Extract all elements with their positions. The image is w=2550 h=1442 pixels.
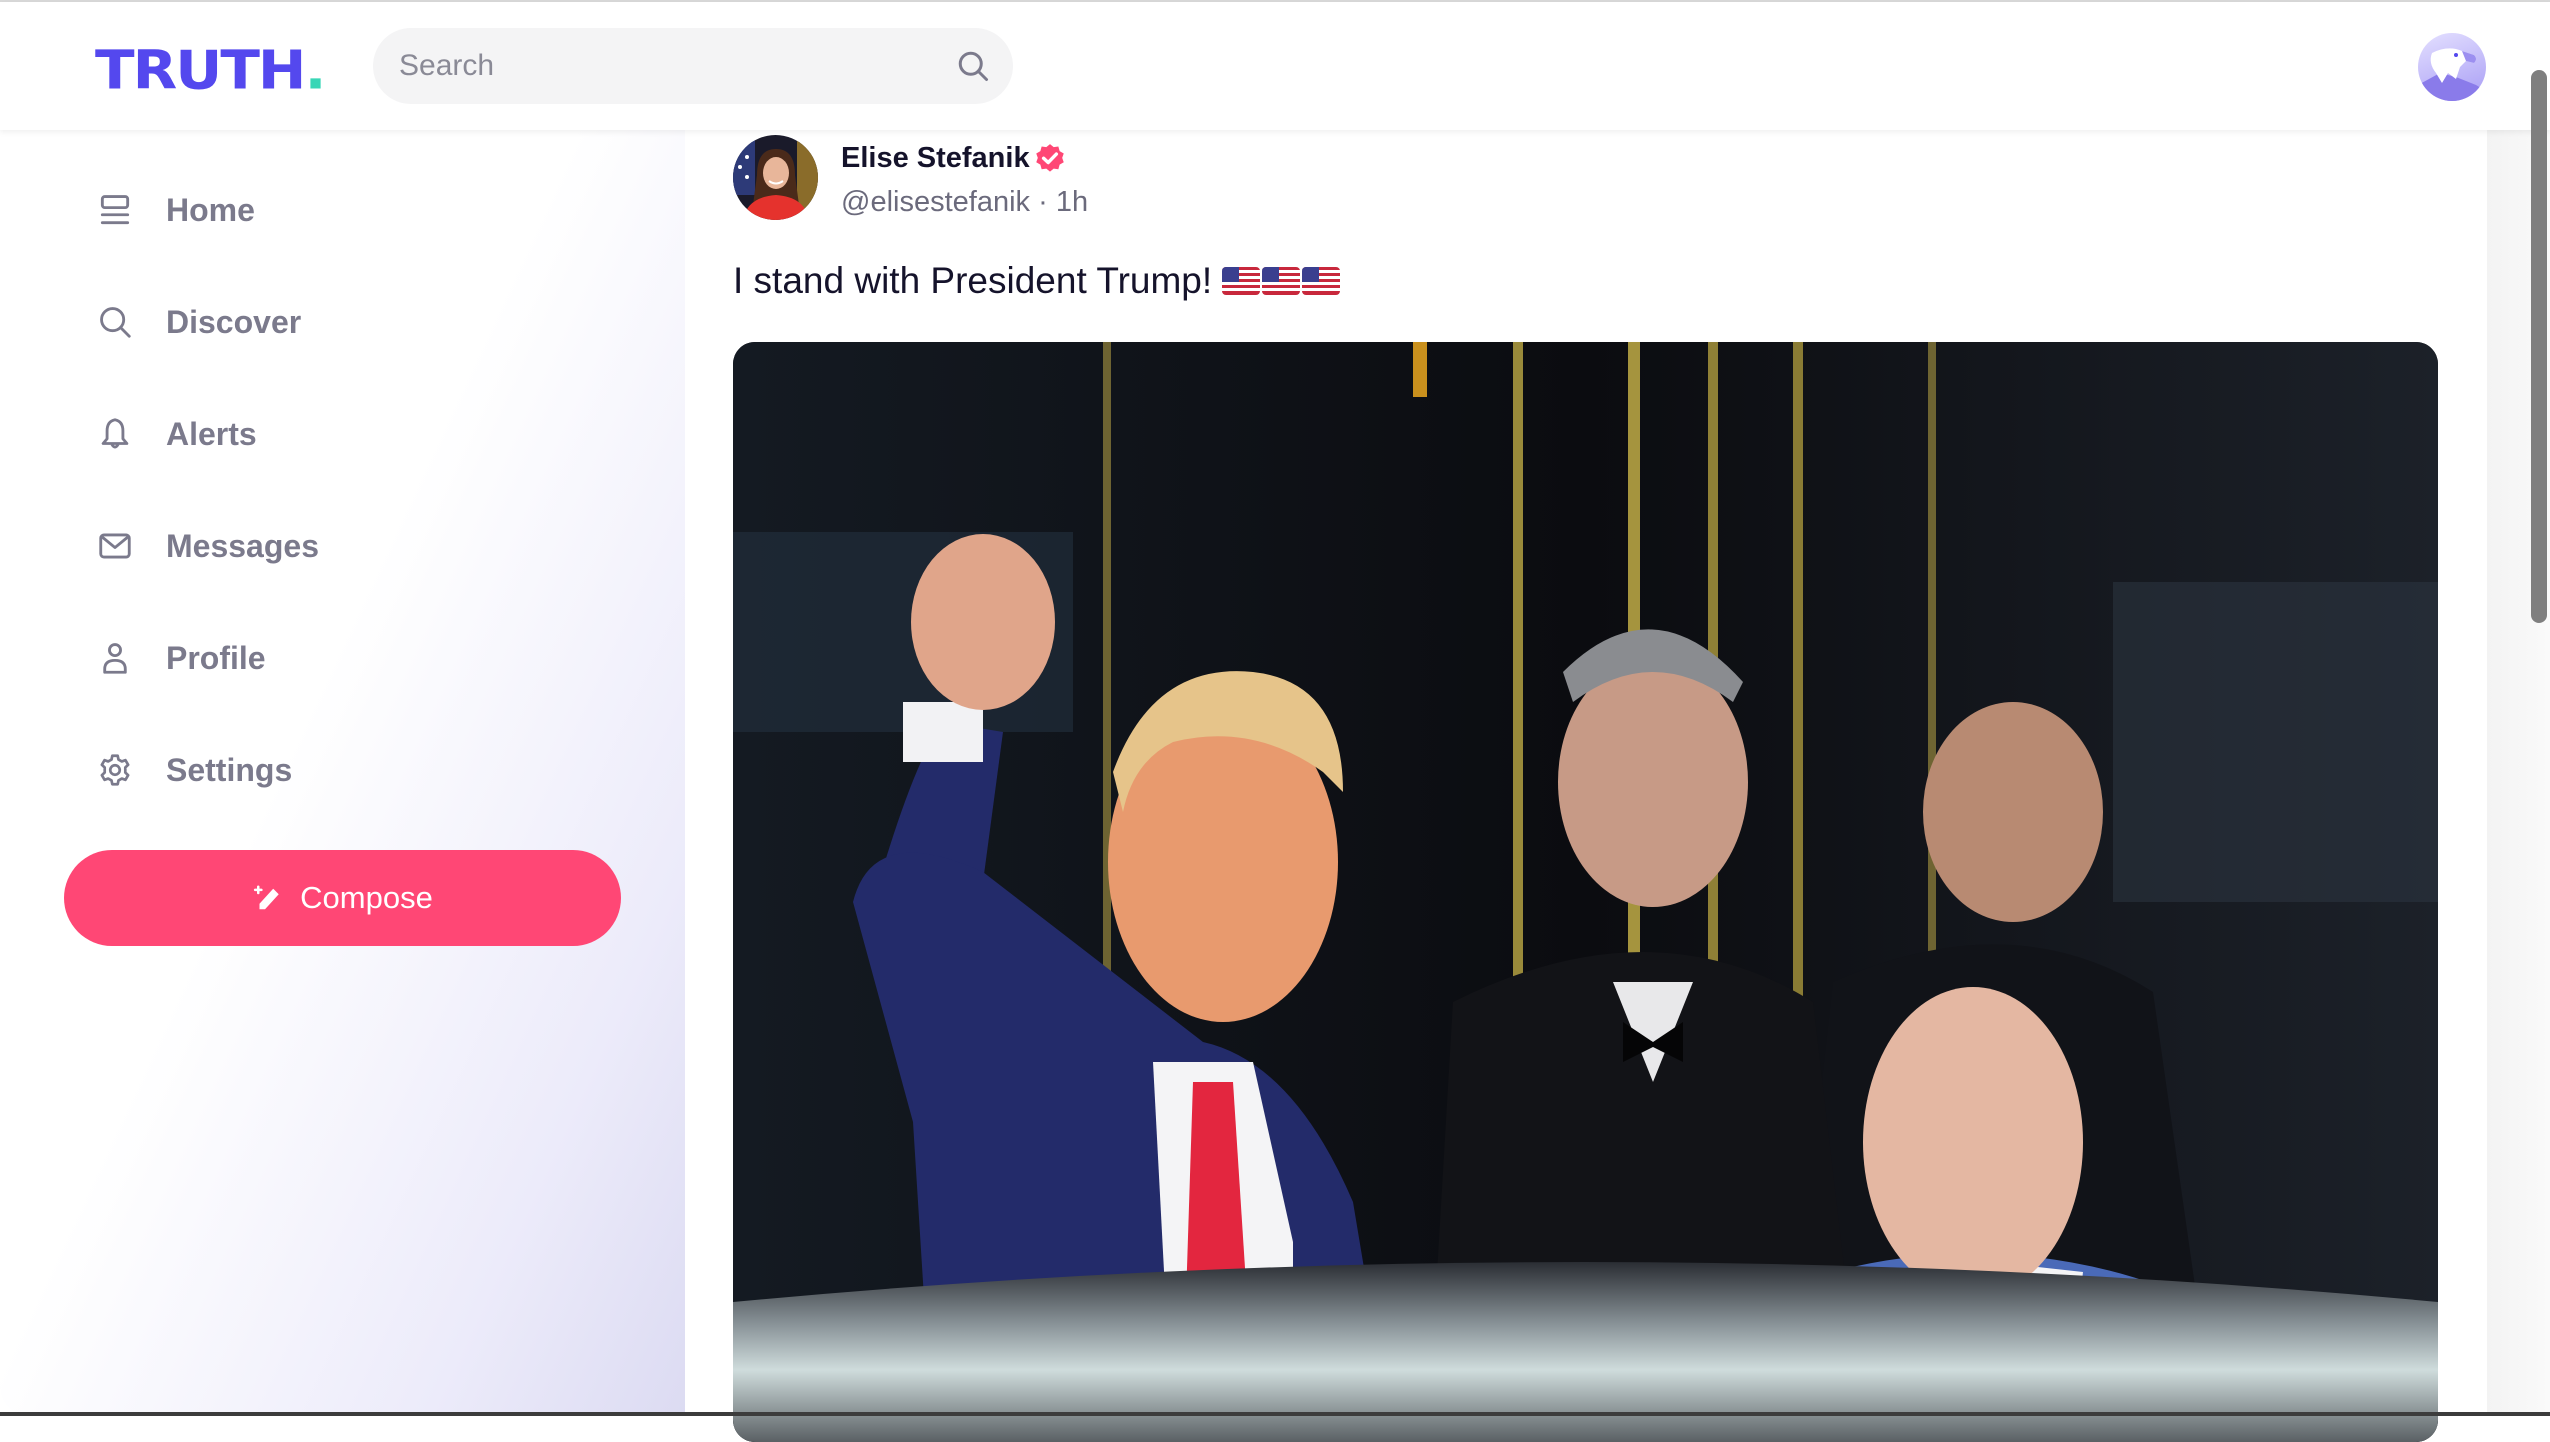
- verified-badge-icon: [1036, 144, 1064, 172]
- search-icon[interactable]: [955, 48, 991, 84]
- eagle-avatar-icon: [2418, 48, 2486, 101]
- gear-icon: [100, 754, 130, 786]
- home-icon: [100, 195, 130, 225]
- sidebar: Home Discover Alerts Messages Profile Se…: [0, 130, 685, 1416]
- logo-dot: .: [304, 38, 326, 102]
- sidebar-item-label: Profile: [166, 639, 266, 676]
- sidebar-item-home[interactable]: Home: [96, 175, 255, 245]
- post-photo: [733, 342, 2438, 1442]
- top-header: TRUTH.: [0, 2, 2550, 130]
- sidebar-item-discover[interactable]: Discover: [96, 287, 301, 357]
- meta-separator: ·: [1038, 186, 1048, 218]
- us-flag-icon: [1262, 267, 1301, 295]
- user-icon: [103, 643, 127, 674]
- bell-icon: [101, 418, 129, 449]
- sidebar-item-profile[interactable]: Profile: [96, 623, 266, 693]
- page-scrollbar[interactable]: [2531, 70, 2547, 623]
- us-flag-icon: [1302, 267, 1341, 295]
- search-input[interactable]: [399, 28, 939, 104]
- sidebar-item-label: Home: [166, 191, 255, 228]
- us-flag-icon: [1222, 267, 1261, 295]
- sidebar-item-label: Alerts: [166, 415, 257, 452]
- search-icon: [100, 307, 131, 338]
- emoji-group: [1222, 267, 1342, 295]
- post-text: I stand with President Trump!: [733, 260, 1213, 301]
- envelope-icon: [99, 533, 131, 559]
- truth-logo[interactable]: TRUTH.: [95, 38, 326, 102]
- author-name[interactable]: Elise Stefanik: [841, 142, 1030, 175]
- author-handle[interactable]: @elisestefanik: [841, 186, 1030, 218]
- compose-label: Compose: [300, 880, 433, 915]
- sidebar-item-messages[interactable]: Messages: [96, 511, 319, 581]
- author-handle-line: @elisestefanik · 1h: [841, 186, 1088, 219]
- window-bottom-edge: [0, 1412, 2550, 1416]
- sidebar-item-label: Settings: [166, 751, 293, 788]
- search-box[interactable]: [373, 28, 1013, 104]
- magic-pen-icon: [254, 885, 279, 910]
- logo-text: TRUTH: [95, 38, 306, 102]
- post-image[interactable]: [733, 342, 2438, 1442]
- sidebar-item-label: Messages: [166, 527, 319, 564]
- post-timestamp[interactable]: 1h: [1056, 186, 1088, 218]
- sidebar-item-label: Discover: [166, 303, 302, 340]
- author-avatar[interactable]: [733, 135, 818, 220]
- compose-button[interactable]: Compose: [64, 850, 621, 946]
- sidebar-item-alerts[interactable]: Alerts: [96, 399, 257, 469]
- post-body: I stand with President Trump!: [733, 260, 1342, 302]
- author-photo: [733, 135, 818, 220]
- user-avatar[interactable]: [2418, 33, 2486, 101]
- sidebar-item-settings[interactable]: Settings: [96, 735, 292, 805]
- post-feed: Elise Stefanik @elisestefanik · 1h I sta…: [685, 130, 2487, 1442]
